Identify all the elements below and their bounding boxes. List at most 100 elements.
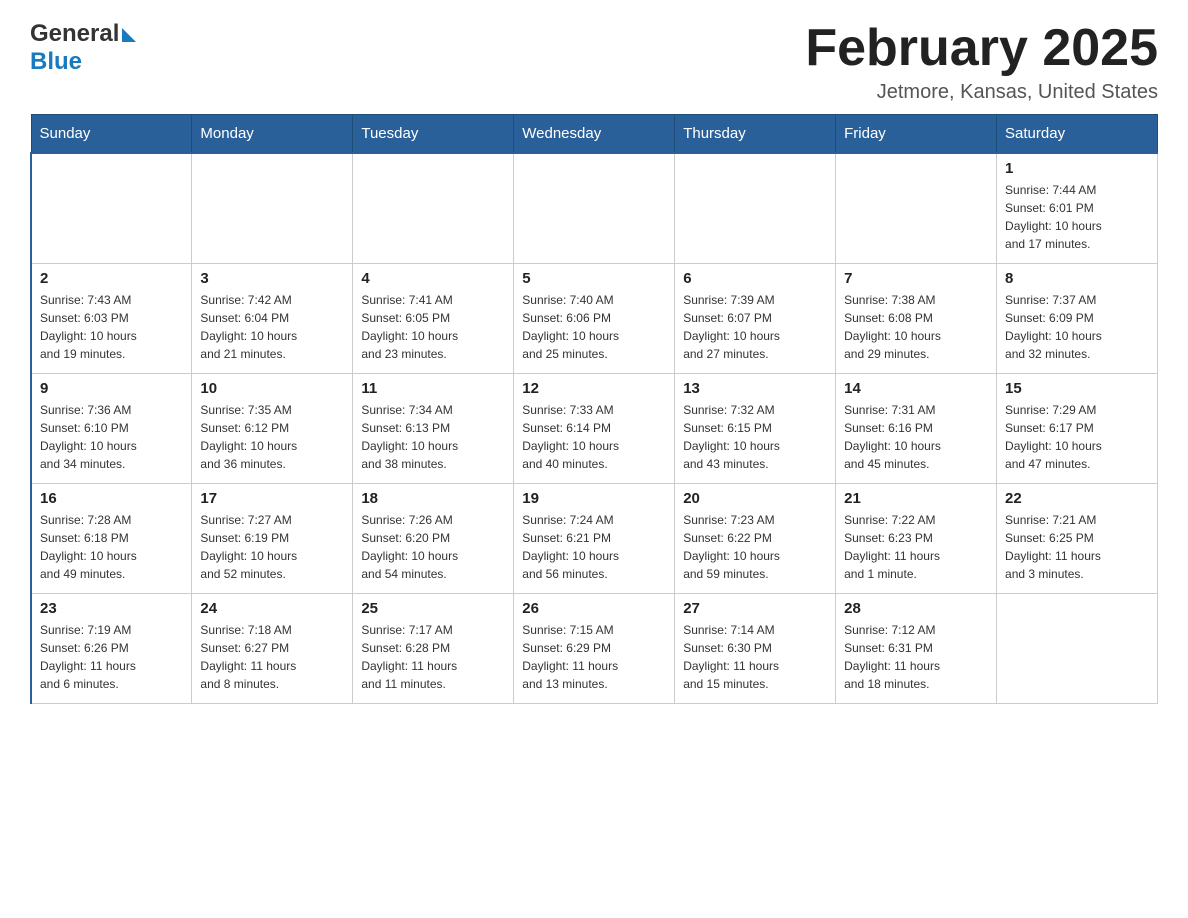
day-info: Sunrise: 7:43 AM Sunset: 6:03 PM Dayligh… bbox=[40, 291, 183, 363]
day-number: 26 bbox=[522, 600, 666, 617]
day-info: Sunrise: 7:27 AM Sunset: 6:19 PM Dayligh… bbox=[200, 511, 344, 583]
calendar-cell bbox=[353, 153, 514, 263]
day-number: 5 bbox=[522, 270, 666, 287]
day-number: 12 bbox=[522, 380, 666, 397]
day-info: Sunrise: 7:14 AM Sunset: 6:30 PM Dayligh… bbox=[683, 621, 827, 693]
calendar-cell: 3 Sunrise: 7:42 AM Sunset: 6:04 PM Daylig… bbox=[192, 263, 353, 373]
calendar-cell: 22Sunrise: 7:21 AM Sunset: 6:25 PM Dayli… bbox=[997, 483, 1158, 593]
calendar-cell bbox=[192, 153, 353, 263]
day-info: Sunrise: 7:35 AM Sunset: 6:12 PM Dayligh… bbox=[200, 401, 344, 473]
calendar-cell: 4 Sunrise: 7:41 AM Sunset: 6:05 PM Daylig… bbox=[353, 263, 514, 373]
day-number: 2 bbox=[40, 270, 183, 287]
day-number: 18 bbox=[361, 490, 505, 507]
header-monday: Monday bbox=[192, 115, 353, 154]
day-info: Sunrise: 7:18 AM Sunset: 6:27 PM Dayligh… bbox=[200, 621, 344, 693]
day-number: 8 bbox=[1005, 270, 1149, 287]
calendar-week-5: 23Sunrise: 7:19 AM Sunset: 6:26 PM Dayli… bbox=[31, 593, 1158, 703]
calendar-table: Sunday Monday Tuesday Wednesday Thursday… bbox=[30, 114, 1158, 704]
calendar-header-row: Sunday Monday Tuesday Wednesday Thursday… bbox=[31, 115, 1158, 154]
location-subtitle: Jetmore, Kansas, United States bbox=[805, 81, 1158, 104]
calendar-week-3: 9 Sunrise: 7:36 AM Sunset: 6:10 PM Daylig… bbox=[31, 373, 1158, 483]
calendar-cell: 2 Sunrise: 7:43 AM Sunset: 6:03 PM Daylig… bbox=[31, 263, 192, 373]
header-tuesday: Tuesday bbox=[353, 115, 514, 154]
day-number: 16 bbox=[40, 490, 183, 507]
calendar-cell: 10 Sunrise: 7:35 AM Sunset: 6:12 PM Dayli… bbox=[192, 373, 353, 483]
calendar-cell bbox=[997, 593, 1158, 703]
day-info: Sunrise: 7:41 AM Sunset: 6:05 PM Dayligh… bbox=[361, 291, 505, 363]
day-number: 25 bbox=[361, 600, 505, 617]
day-info: Sunrise: 7:12 AM Sunset: 6:31 PM Dayligh… bbox=[844, 621, 988, 693]
day-number: 27 bbox=[683, 600, 827, 617]
day-info: Sunrise: 7:39 AM Sunset: 6:07 PM Dayligh… bbox=[683, 291, 827, 363]
calendar-cell: 26 Sunrise: 7:15 AM Sunset: 6:29 PM Dayli… bbox=[514, 593, 675, 703]
month-title: February 2025 bbox=[805, 20, 1158, 77]
day-number: 15 bbox=[1005, 380, 1149, 397]
day-number: 4 bbox=[361, 270, 505, 287]
day-info: Sunrise: 7:17 AM Sunset: 6:28 PM Dayligh… bbox=[361, 621, 505, 693]
calendar-cell: 5 Sunrise: 7:40 AM Sunset: 6:06 PM Daylig… bbox=[514, 263, 675, 373]
calendar-cell: 9 Sunrise: 7:36 AM Sunset: 6:10 PM Daylig… bbox=[31, 373, 192, 483]
day-info: Sunrise: 7:40 AM Sunset: 6:06 PM Dayligh… bbox=[522, 291, 666, 363]
calendar-cell: 13 Sunrise: 7:32 AM Sunset: 6:15 PM Dayli… bbox=[675, 373, 836, 483]
calendar-cell: 28 Sunrise: 7:12 AM Sunset: 6:31 PM Dayli… bbox=[836, 593, 997, 703]
logo-general-text: General bbox=[30, 20, 119, 48]
day-number: 28 bbox=[844, 600, 988, 617]
calendar-cell: 18 Sunrise: 7:26 AM Sunset: 6:20 PM Dayli… bbox=[353, 483, 514, 593]
calendar-week-4: 16 Sunrise: 7:28 AM Sunset: 6:18 PM Dayli… bbox=[31, 483, 1158, 593]
calendar-cell: 23Sunrise: 7:19 AM Sunset: 6:26 PM Dayli… bbox=[31, 593, 192, 703]
day-number: 20 bbox=[683, 490, 827, 507]
day-number: 11 bbox=[361, 380, 505, 397]
day-number: 1 bbox=[1005, 160, 1149, 177]
day-info: Sunrise: 7:26 AM Sunset: 6:20 PM Dayligh… bbox=[361, 511, 505, 583]
calendar-cell bbox=[514, 153, 675, 263]
calendar-cell: 1 Sunrise: 7:44 AM Sunset: 6:01 PM Daylig… bbox=[997, 153, 1158, 263]
calendar-cell: 27 Sunrise: 7:14 AM Sunset: 6:30 PM Dayli… bbox=[675, 593, 836, 703]
day-info: Sunrise: 7:38 AM Sunset: 6:08 PM Dayligh… bbox=[844, 291, 988, 363]
day-number: 21 bbox=[844, 490, 988, 507]
calendar-cell: 12Sunrise: 7:33 AM Sunset: 6:14 PM Dayli… bbox=[514, 373, 675, 483]
calendar-week-2: 2 Sunrise: 7:43 AM Sunset: 6:03 PM Daylig… bbox=[31, 263, 1158, 373]
calendar-cell bbox=[31, 153, 192, 263]
header-wednesday: Wednesday bbox=[514, 115, 675, 154]
calendar-cell: 20Sunrise: 7:23 AM Sunset: 6:22 PM Dayli… bbox=[675, 483, 836, 593]
calendar-cell: 8 Sunrise: 7:37 AM Sunset: 6:09 PM Daylig… bbox=[997, 263, 1158, 373]
day-info: Sunrise: 7:34 AM Sunset: 6:13 PM Dayligh… bbox=[361, 401, 505, 473]
day-number: 9 bbox=[40, 380, 183, 397]
day-info: Sunrise: 7:44 AM Sunset: 6:01 PM Dayligh… bbox=[1005, 181, 1149, 253]
day-info: Sunrise: 7:24 AM Sunset: 6:21 PM Dayligh… bbox=[522, 511, 666, 583]
day-number: 10 bbox=[200, 380, 344, 397]
header-saturday: Saturday bbox=[997, 115, 1158, 154]
calendar-cell bbox=[675, 153, 836, 263]
day-info: Sunrise: 7:37 AM Sunset: 6:09 PM Dayligh… bbox=[1005, 291, 1149, 363]
page-header: General Blue February 2025 Jetmore, Kans… bbox=[30, 20, 1158, 104]
day-number: 24 bbox=[200, 600, 344, 617]
calendar-cell: 21 Sunrise: 7:22 AM Sunset: 6:23 PM Dayli… bbox=[836, 483, 997, 593]
day-info: Sunrise: 7:15 AM Sunset: 6:29 PM Dayligh… bbox=[522, 621, 666, 693]
day-number: 13 bbox=[683, 380, 827, 397]
calendar-cell: 6 Sunrise: 7:39 AM Sunset: 6:07 PM Daylig… bbox=[675, 263, 836, 373]
header-thursday: Thursday bbox=[675, 115, 836, 154]
calendar-cell bbox=[836, 153, 997, 263]
calendar-cell: 19 Sunrise: 7:24 AM Sunset: 6:21 PM Dayli… bbox=[514, 483, 675, 593]
calendar-cell: 14Sunrise: 7:31 AM Sunset: 6:16 PM Dayli… bbox=[836, 373, 997, 483]
day-number: 3 bbox=[200, 270, 344, 287]
day-info: Sunrise: 7:29 AM Sunset: 6:17 PM Dayligh… bbox=[1005, 401, 1149, 473]
calendar-cell: 15 Sunrise: 7:29 AM Sunset: 6:17 PM Dayli… bbox=[997, 373, 1158, 483]
day-number: 14 bbox=[844, 380, 988, 397]
day-number: 6 bbox=[683, 270, 827, 287]
calendar-cell: 11 Sunrise: 7:34 AM Sunset: 6:13 PM Dayli… bbox=[353, 373, 514, 483]
day-info: Sunrise: 7:36 AM Sunset: 6:10 PM Dayligh… bbox=[40, 401, 183, 473]
day-info: Sunrise: 7:42 AM Sunset: 6:04 PM Dayligh… bbox=[200, 291, 344, 363]
calendar-cell: 25 Sunrise: 7:17 AM Sunset: 6:28 PM Dayli… bbox=[353, 593, 514, 703]
day-number: 7 bbox=[844, 270, 988, 287]
day-number: 19 bbox=[522, 490, 666, 507]
logo: General Blue bbox=[30, 20, 136, 76]
day-info: Sunrise: 7:32 AM Sunset: 6:15 PM Dayligh… bbox=[683, 401, 827, 473]
title-section: February 2025 Jetmore, Kansas, United St… bbox=[805, 20, 1158, 104]
header-friday: Friday bbox=[836, 115, 997, 154]
logo-blue-text: Blue bbox=[30, 48, 82, 76]
calendar-cell: 17Sunrise: 7:27 AM Sunset: 6:19 PM Dayli… bbox=[192, 483, 353, 593]
calendar-cell: 24 Sunrise: 7:18 AM Sunset: 6:27 PM Dayli… bbox=[192, 593, 353, 703]
day-info: Sunrise: 7:22 AM Sunset: 6:23 PM Dayligh… bbox=[844, 511, 988, 583]
day-info: Sunrise: 7:28 AM Sunset: 6:18 PM Dayligh… bbox=[40, 511, 183, 583]
